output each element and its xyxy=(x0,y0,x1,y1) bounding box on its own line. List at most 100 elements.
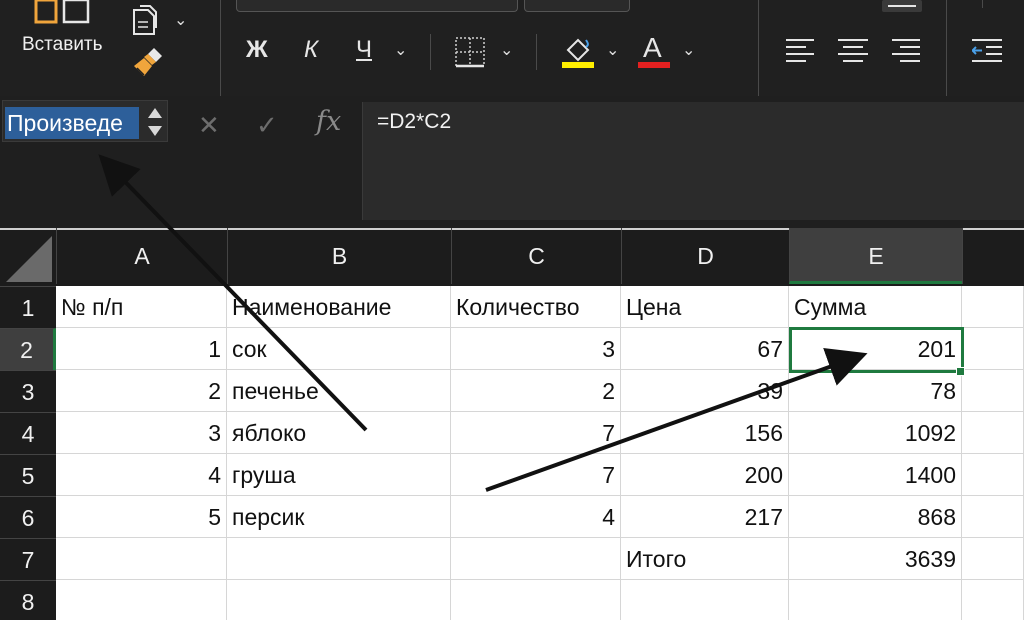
cell-f1[interactable] xyxy=(962,286,1024,328)
cell-f8[interactable] xyxy=(962,580,1024,620)
row-header-7[interactable]: 7 xyxy=(0,538,56,580)
italic-button[interactable]: К xyxy=(304,36,318,64)
insert-function-button[interactable]: fx xyxy=(316,106,341,137)
column-header-filler xyxy=(962,228,1024,284)
ribbon-divider xyxy=(982,0,983,8)
paste-button[interactable]: Вставить xyxy=(22,34,103,56)
cell-c7[interactable] xyxy=(451,538,621,580)
cell-b1[interactable]: Наименование xyxy=(227,286,451,328)
cell-d6[interactable]: 217 xyxy=(621,496,789,538)
align-center-icon[interactable] xyxy=(838,38,868,64)
cell-f4[interactable] xyxy=(962,412,1024,454)
chevron-down-icon[interactable]: ⌄ xyxy=(606,40,619,60)
cell-f2[interactable] xyxy=(962,328,1024,370)
font-name-dropdown[interactable] xyxy=(236,0,518,12)
cell-a2[interactable]: 1 xyxy=(56,328,227,370)
cell-d3[interactable]: 39 xyxy=(621,370,789,412)
cell-c1[interactable]: Количество xyxy=(451,286,621,328)
cell-d8[interactable] xyxy=(621,580,789,620)
cell-a3[interactable]: 2 xyxy=(56,370,227,412)
name-box-value[interactable]: Произведе xyxy=(5,107,139,139)
cell-e5[interactable]: 1400 xyxy=(789,454,962,496)
column-header-c[interactable]: C xyxy=(451,228,621,284)
fill-color-icon[interactable] xyxy=(560,34,596,70)
cell-a8[interactable] xyxy=(56,580,227,620)
bold-button[interactable]: Ж xyxy=(246,36,268,64)
chevron-down-icon[interactable]: ⌄ xyxy=(394,40,407,60)
cell-e4[interactable]: 1092 xyxy=(789,412,962,454)
format-painter-icon[interactable] xyxy=(132,46,166,80)
cell-f3[interactable] xyxy=(962,370,1024,412)
decrease-indent-icon[interactable] xyxy=(972,38,1002,64)
row-header-6[interactable]: 6 xyxy=(0,496,56,538)
cell-d7[interactable]: Итого xyxy=(621,538,789,580)
cell-a6[interactable]: 5 xyxy=(56,496,227,538)
borders-icon[interactable] xyxy=(454,36,486,68)
cell-f7[interactable] xyxy=(962,538,1024,580)
row-header-5[interactable]: 5 xyxy=(0,454,56,496)
cell-b5[interactable]: груша xyxy=(227,454,451,496)
ribbon: Вставить ⌄ Ж К Ч ⌄ ⌄ ⌄ A ⌄ xyxy=(0,0,1024,96)
row-header-2[interactable]: 2 xyxy=(0,328,56,370)
cell-e3[interactable]: 78 xyxy=(789,370,962,412)
chevron-down-icon[interactable]: ⌄ xyxy=(500,40,513,60)
column-header-e[interactable]: E xyxy=(789,228,962,284)
cell-a5[interactable]: 4 xyxy=(56,454,227,496)
cell-e2[interactable]: 201 xyxy=(789,328,962,370)
row-header-8[interactable]: 8 xyxy=(0,580,56,620)
cell-b7[interactable] xyxy=(227,538,451,580)
enter-icon[interactable]: ✓ xyxy=(256,110,278,141)
cell-d4[interactable]: 156 xyxy=(621,412,789,454)
ribbon-button[interactable] xyxy=(882,0,922,12)
cell-a4[interactable]: 3 xyxy=(56,412,227,454)
cancel-icon[interactable]: ✕ xyxy=(198,110,220,141)
cell-f6[interactable] xyxy=(962,496,1024,538)
cell-c5[interactable]: 7 xyxy=(451,454,621,496)
cell-a1[interactable]: № п/п xyxy=(56,286,227,328)
cell-d1[interactable]: Цена xyxy=(621,286,789,328)
cell-e6[interactable]: 868 xyxy=(789,496,962,538)
align-left-icon[interactable] xyxy=(786,38,816,64)
formula-input[interactable]: =D2*C2 xyxy=(362,102,1024,220)
chevron-down-icon[interactable]: ⌄ xyxy=(174,10,187,30)
ribbon-divider xyxy=(536,34,537,70)
cell-b2[interactable]: сок xyxy=(227,328,451,370)
cell-b8[interactable] xyxy=(227,580,451,620)
row-header-4[interactable]: 4 xyxy=(0,412,56,454)
cell-a7[interactable] xyxy=(56,538,227,580)
column-header-a[interactable]: A xyxy=(56,228,227,284)
cell-d2[interactable]: 67 xyxy=(621,328,789,370)
font-size-dropdown[interactable] xyxy=(524,0,630,12)
ribbon-divider xyxy=(430,34,431,70)
underline-button[interactable]: Ч xyxy=(356,36,372,64)
font-color-icon[interactable]: A xyxy=(636,32,672,70)
row-header-3[interactable]: 3 xyxy=(0,370,56,412)
copy-icon[interactable] xyxy=(130,4,164,38)
cell-c3[interactable]: 2 xyxy=(451,370,621,412)
select-all-button[interactable] xyxy=(0,230,56,286)
cell-b3[interactable]: печенье xyxy=(227,370,451,412)
cell-b4[interactable]: яблоко xyxy=(227,412,451,454)
chevron-down-icon[interactable]: ⌄ xyxy=(682,40,695,60)
cell-c6[interactable]: 4 xyxy=(451,496,621,538)
align-right-icon[interactable] xyxy=(890,38,920,64)
cell-f5[interactable] xyxy=(962,454,1024,496)
row-header-1[interactable]: 1 xyxy=(0,286,56,328)
cell-b6[interactable]: персик xyxy=(227,496,451,538)
cell-e7[interactable]: 3639 xyxy=(789,538,962,580)
cell-e1[interactable]: Сумма xyxy=(789,286,962,328)
spinner-arrows-icon[interactable] xyxy=(145,105,165,139)
cell-c2[interactable]: 3 xyxy=(451,328,621,370)
column-header-d[interactable]: D xyxy=(621,228,789,284)
svg-text:A: A xyxy=(643,32,662,63)
worksheet-grid[interactable]: ABCDE 12345678 № п/п Наименование Количест… xyxy=(0,228,1024,620)
fill-handle[interactable] xyxy=(956,367,965,376)
cell-c4[interactable]: 7 xyxy=(451,412,621,454)
cell-e8[interactable] xyxy=(789,580,962,620)
cell-d5[interactable]: 200 xyxy=(621,454,789,496)
ribbon-divider xyxy=(758,0,759,96)
cell-c8[interactable] xyxy=(451,580,621,620)
column-header-b[interactable]: B xyxy=(227,228,451,284)
name-box[interactable]: Произведе xyxy=(2,100,168,142)
paste-icon[interactable] xyxy=(34,0,92,24)
